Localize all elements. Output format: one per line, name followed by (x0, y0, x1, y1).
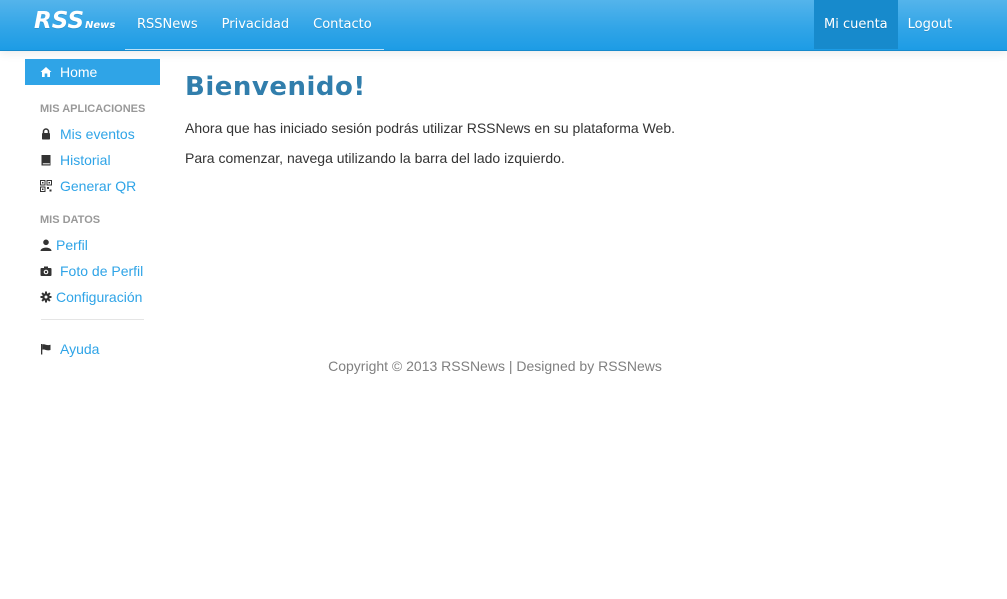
user-icon (40, 239, 52, 251)
flag-icon (40, 343, 52, 355)
top-navbar: RSSNews RSSNews Privacidad Contacto Mi c… (0, 0, 1007, 51)
section-header-apps: MIS APLICACIONES (40, 103, 146, 115)
brand-sub: News (85, 20, 116, 31)
nav-link-rssnews[interactable]: RSSNews (125, 0, 210, 49)
sidebar-item-perfil[interactable]: Perfil (25, 232, 160, 258)
sidebar-item-label: Foto de Perfil (60, 263, 144, 279)
sidebar-item-label: Configuración (56, 289, 143, 305)
book-icon (40, 154, 52, 166)
main-nav: RSSNews Privacidad Contacto (125, 0, 384, 50)
sidebar-item-label: Generar QR (60, 178, 137, 194)
page-title: Bienvenido! (185, 72, 366, 102)
sidebar-item-label: Historial (60, 152, 111, 168)
sidebar-item-label: Ayuda (60, 341, 100, 357)
lock-icon (40, 128, 52, 140)
home-icon (40, 66, 52, 78)
camera-icon (40, 265, 52, 277)
brand-logo[interactable]: RSSNews (34, 8, 115, 34)
sidebar-item-mis-eventos[interactable]: Mis eventos (25, 121, 160, 147)
sidebar: Home MIS APLICACIONES Mis eventos Histor… (25, 59, 160, 362)
brand-main: RSS (34, 8, 85, 34)
welcome-paragraph: Ahora que has iniciado sesión podrás uti… (185, 120, 675, 136)
account-nav: Mi cuenta Logout (814, 0, 962, 49)
sidebar-divider (41, 319, 144, 320)
sidebar-item-label: Perfil (56, 237, 88, 253)
sidebar-item-label: Home (60, 64, 98, 80)
nav-link-privacidad[interactable]: Privacidad (210, 0, 301, 49)
instruction-paragraph: Para comenzar, navega utilizando la barr… (185, 150, 565, 166)
sidebar-item-label: Mis eventos (60, 126, 135, 142)
nav-link-contacto[interactable]: Contacto (301, 0, 384, 49)
sidebar-item-historial[interactable]: Historial (25, 147, 160, 173)
footer-copyright: Copyright © 2013 RSSNews | Designed by R… (328, 358, 662, 374)
sidebar-item-configuracion[interactable]: Configuración (25, 284, 160, 310)
qrcode-icon (40, 180, 52, 192)
section-header-data: MIS DATOS (40, 214, 101, 226)
cog-icon (40, 291, 52, 303)
my-account-link[interactable]: Mi cuenta (814, 0, 898, 49)
sidebar-item-foto-perfil[interactable]: Foto de Perfil (25, 258, 160, 284)
logout-link[interactable]: Logout (898, 0, 963, 49)
sidebar-item-home[interactable]: Home (25, 59, 160, 85)
sidebar-item-generar-qr[interactable]: Generar QR (25, 173, 160, 199)
